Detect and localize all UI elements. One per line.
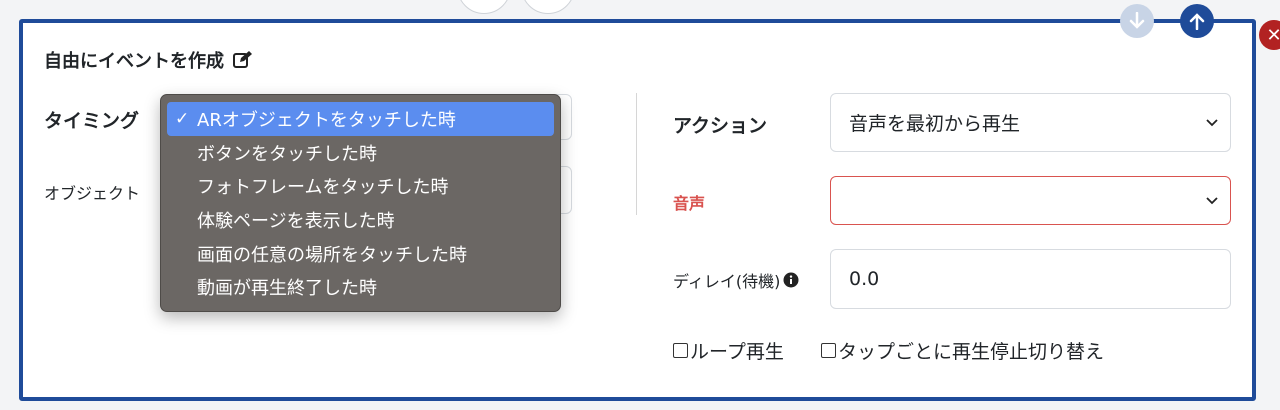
audio-label: 音声: [673, 194, 706, 213]
loop-label: ループ再生: [690, 341, 784, 363]
panel-title: 自由にイベントを作成: [44, 47, 252, 73]
delay-label: ディレイ(待機): [673, 268, 799, 292]
timing-option[interactable]: 画面の任意の場所をタッチした時: [167, 237, 554, 271]
timing-option[interactable]: ボタンをタッチした時: [167, 136, 554, 170]
arrow-down-icon: [1129, 12, 1145, 29]
timing-option-label: 動画が再生終了した時: [197, 278, 377, 300]
timing-option[interactable]: 体験ページを表示した時: [167, 203, 554, 237]
timing-option-label: フォトフレームをタッチした時: [197, 177, 449, 199]
action-select-value: 音声を最初から再生: [849, 113, 1021, 135]
delay-input[interactable]: 0.0: [830, 249, 1231, 309]
chevron-down-icon: [1206, 118, 1218, 126]
chevron-down-icon: [1206, 196, 1218, 204]
column-divider: [636, 93, 637, 215]
timing-dropdown-menu: ✓ ARオブジェクトをタッチした時 ボタンをタッチした時 フォトフレームをタッチ…: [160, 94, 561, 312]
move-up-button[interactable]: [1180, 4, 1214, 38]
audio-select[interactable]: [830, 176, 1231, 225]
object-label: オブジェクト: [44, 184, 141, 203]
timing-option[interactable]: フォトフレームをタッチした時: [167, 169, 554, 203]
timing-option[interactable]: 動画が再生終了した時: [167, 270, 554, 304]
close-icon: ✕: [1266, 24, 1280, 46]
timing-option[interactable]: ✓ ARオブジェクトをタッチした時: [167, 102, 554, 136]
arrow-up-icon: [1189, 13, 1205, 30]
close-button[interactable]: ✕: [1259, 20, 1280, 50]
delay-label-text: ディレイ(待機): [673, 272, 781, 291]
toolbar-circle-button-1[interactable]: [457, 0, 511, 14]
toolbar-circle-button-2[interactable]: [521, 0, 575, 14]
timing-option-label: 画面の任意の場所をタッチした時: [197, 244, 467, 266]
action-label: アクション: [673, 115, 768, 137]
move-down-button[interactable]: [1120, 4, 1154, 38]
timing-option-label: 体験ページを表示した時: [197, 210, 395, 232]
checkmark-icon: ✓: [175, 108, 190, 129]
loop-checkbox-box[interactable]: [673, 343, 688, 358]
timing-option-label: ARオブジェクトをタッチした時: [197, 109, 456, 131]
action-select[interactable]: 音声を最初から再生: [830, 93, 1231, 152]
tap-toggle-label: タップごとに再生停止切り替え: [838, 341, 1105, 363]
panel-title-text: 自由にイベントを作成: [44, 51, 224, 72]
tap-toggle-checkbox[interactable]: タップごとに再生停止切り替え: [821, 337, 1104, 364]
loop-checkbox[interactable]: ループ再生: [673, 337, 784, 364]
tap-toggle-checkbox-box[interactable]: [821, 343, 836, 358]
edit-icon[interactable]: [232, 50, 252, 70]
timing-option-label: ボタンをタッチした時: [197, 143, 377, 165]
timing-label: タイミング: [44, 110, 140, 132]
info-icon[interactable]: [783, 272, 799, 288]
delay-input-value: 0.0: [849, 268, 880, 290]
